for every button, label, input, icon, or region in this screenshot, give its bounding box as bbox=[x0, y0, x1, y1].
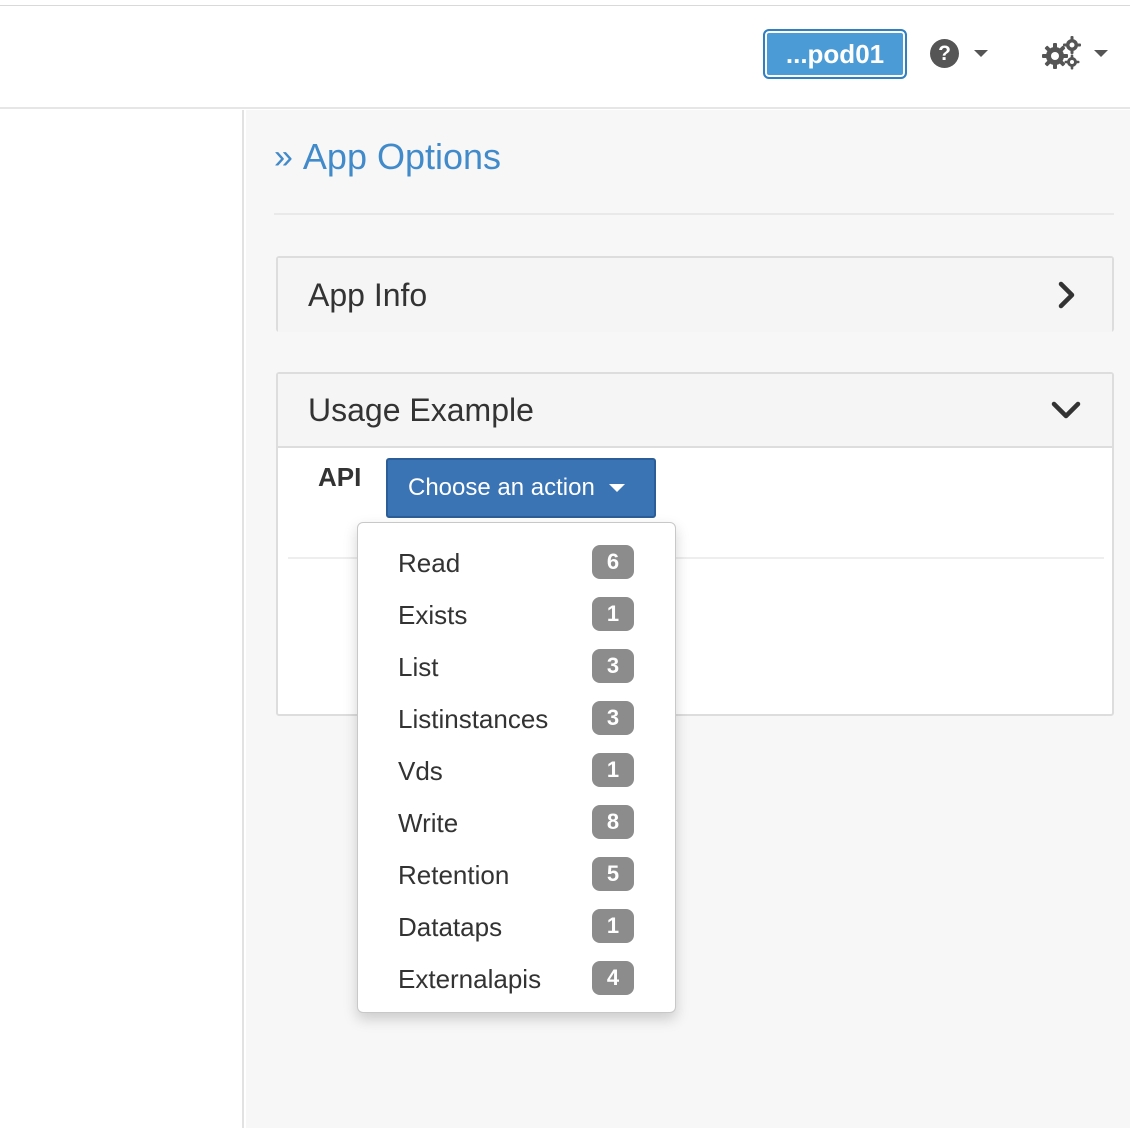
count-badge: 3 bbox=[592, 701, 634, 735]
count-badge: 4 bbox=[592, 961, 634, 995]
menu-item-label: Write bbox=[398, 807, 459, 838]
app-info-panel-header[interactable]: App Info bbox=[278, 258, 1112, 332]
chevron-down-icon bbox=[1051, 401, 1081, 419]
help-menu[interactable]: ? bbox=[930, 36, 988, 70]
menu-item-retention[interactable]: Retention 5 bbox=[358, 849, 675, 901]
question-circle-icon: ? bbox=[930, 38, 959, 68]
count-badge: 6 bbox=[592, 545, 634, 579]
menu-item-externalapis[interactable]: Externalapis 4 bbox=[358, 953, 675, 1005]
title-divider bbox=[274, 213, 1114, 215]
menu-item-exists[interactable]: Exists 1 bbox=[358, 589, 675, 641]
pod-selector-button[interactable]: ...pod01 bbox=[763, 29, 907, 79]
caret-down-icon bbox=[1094, 49, 1108, 57]
usage-example-title: Usage Example bbox=[308, 391, 534, 428]
menu-item-label: Externalapis bbox=[398, 963, 542, 994]
count-badge: 1 bbox=[592, 909, 634, 943]
count-badge: 5 bbox=[592, 857, 634, 891]
menu-item-listinstances[interactable]: Listinstances 3 bbox=[358, 693, 675, 745]
action-dropdown-menu: Read 6 Exists 1 List 3 Listinstances 3 V… bbox=[357, 522, 676, 1013]
menu-item-label: Retention bbox=[398, 859, 510, 890]
menu-item-read[interactable]: Read 6 bbox=[358, 537, 675, 589]
menu-item-datataps[interactable]: Datataps 1 bbox=[358, 901, 675, 953]
choose-action-button[interactable]: Choose an action bbox=[386, 458, 656, 518]
app-info-title: App Info bbox=[308, 276, 428, 313]
menu-item-write[interactable]: Write 8 bbox=[358, 797, 675, 849]
menu-item-label: Vds bbox=[398, 755, 443, 786]
menu-item-list[interactable]: List 3 bbox=[358, 641, 675, 693]
settings-menu[interactable] bbox=[1042, 36, 1108, 70]
caret-down-icon bbox=[608, 484, 625, 492]
double-angle-right-icon: » bbox=[274, 138, 293, 176]
menu-item-vds[interactable]: Vds 1 bbox=[358, 745, 675, 797]
menu-item-label: List bbox=[398, 651, 439, 682]
count-badge: 1 bbox=[592, 753, 634, 787]
menu-item-label: Exists bbox=[398, 599, 468, 630]
usage-example-panel-header[interactable]: Usage Example bbox=[278, 374, 1112, 448]
app-info-panel: App Info bbox=[276, 256, 1114, 332]
choose-action-label: Choose an action bbox=[408, 474, 595, 501]
count-badge: 1 bbox=[592, 597, 634, 631]
chevron-right-icon bbox=[1058, 281, 1075, 309]
count-badge: 3 bbox=[592, 649, 634, 683]
menu-item-label: Listinstances bbox=[398, 703, 549, 734]
page-title-text: App Options bbox=[302, 136, 502, 177]
gears-icon bbox=[1042, 36, 1081, 70]
menu-item-label: Read bbox=[398, 547, 461, 578]
count-badge: 8 bbox=[592, 805, 634, 839]
page-title: » App Options bbox=[274, 134, 501, 180]
top-navbar: ...pod01 ? bbox=[0, 6, 1130, 109]
left-sidebar bbox=[0, 110, 244, 1128]
api-label: API bbox=[318, 462, 362, 492]
menu-item-label: Datataps bbox=[398, 911, 503, 942]
caret-down-icon bbox=[974, 49, 988, 57]
